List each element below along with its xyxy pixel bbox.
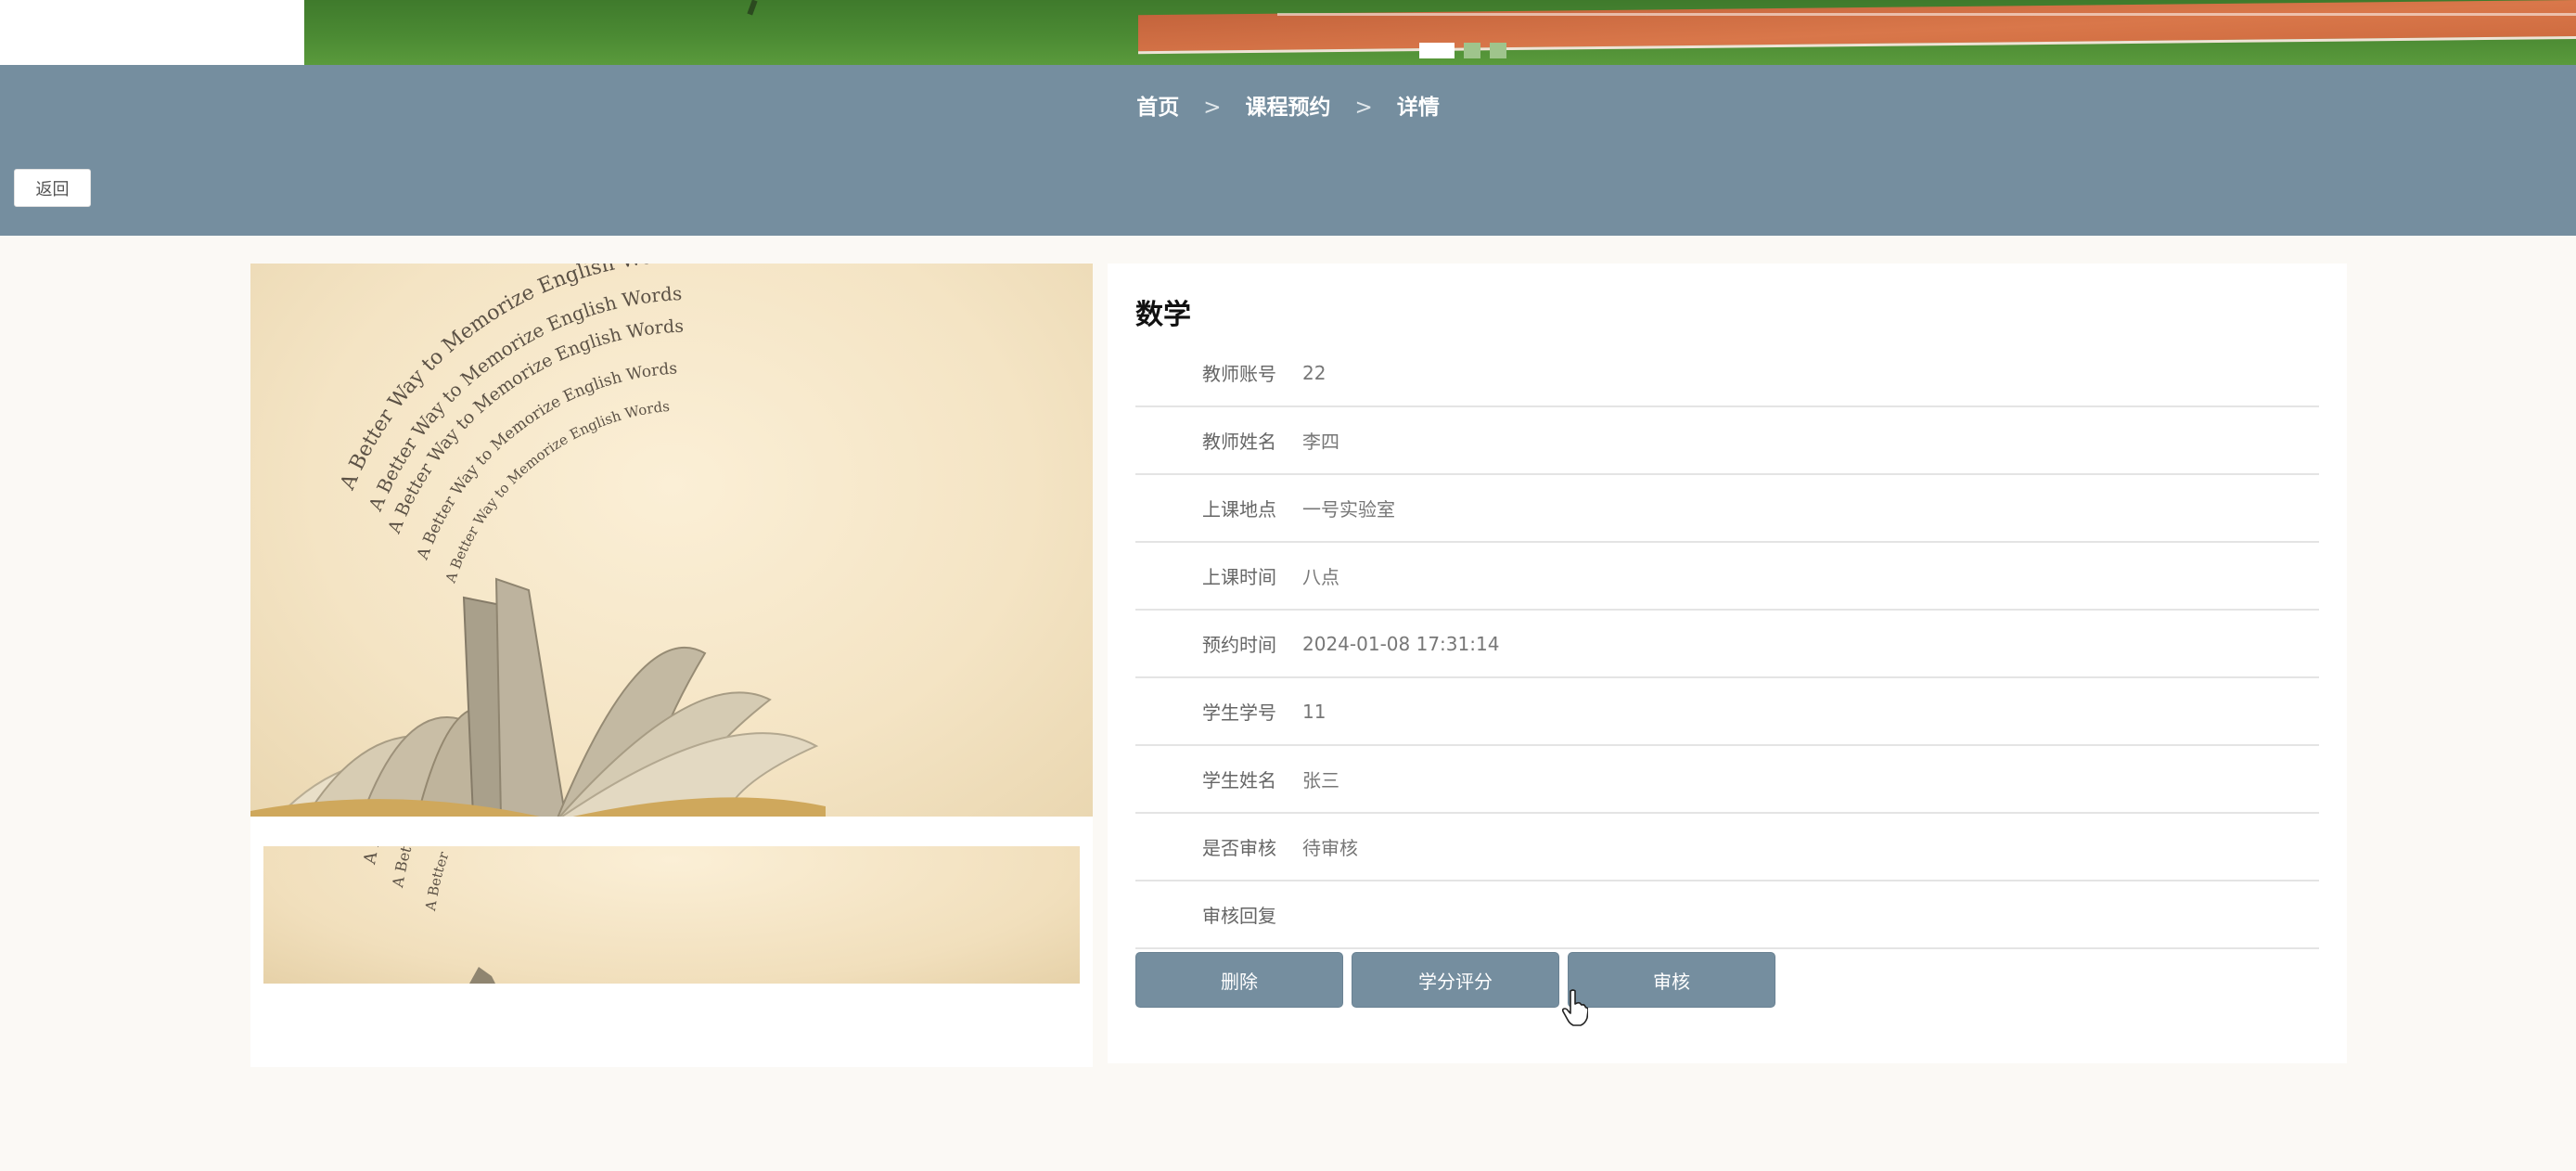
svg-text:A Better Way to Memorize Engli: A Better Way to Memorize English Words (442, 398, 670, 586)
carousel-dot-2[interactable] (1464, 43, 1480, 58)
field-value: 2024-01-08 17:31:14 (1302, 632, 1500, 655)
thumbnail-illustration: A Better Way to Memorize English Words A… (360, 846, 605, 984)
thumbnail-book-tip (469, 967, 495, 984)
field-value: 11 (1302, 700, 1326, 723)
breadcrumb: 首页 > 课程预约 > 详情 (0, 89, 2576, 121)
field-label: 教师账号 (1202, 363, 1276, 385)
breadcrumb-current: 详情 (1396, 96, 1440, 120)
course-thumbnail-image[interactable]: A Better Way to Memorize English Words A… (263, 846, 1080, 984)
breadcrumb-separator: > (1354, 96, 1373, 120)
status-badge: 待审核 (1302, 837, 1358, 859)
svg-text:A Better Way to Memorize Engli: A Better Way to Memorize English Words (389, 846, 585, 890)
course-main-image: A Better Way to Memorize English Words A… (250, 264, 1093, 817)
field-value: 李四 (1302, 431, 1339, 453)
top-banner (0, 0, 2576, 65)
course-title: 数学 (1135, 299, 1191, 331)
breadcrumb-section[interactable]: 课程预约 (1246, 96, 1331, 120)
track-lane-line (1277, 13, 2576, 16)
detail-row-teacher-account: 教师账号 22 (1135, 340, 2319, 407)
detail-row-class-time: 上课时间 八点 (1135, 543, 2319, 611)
carousel-dot-3[interactable] (1490, 43, 1506, 58)
field-value: 张三 (1302, 769, 1339, 791)
grade-button[interactable]: 学分评分 (1352, 952, 1559, 1008)
detail-row-student-name: 学生姓名 张三 (1135, 746, 2319, 814)
field-value: 一号实验室 (1302, 498, 1395, 521)
field-label: 教师姓名 (1202, 431, 1276, 453)
course-image-panel: A Better Way to Memorize English Words A… (250, 264, 1093, 1067)
carousel-dots (1419, 43, 1506, 58)
breadcrumb-separator: > (1203, 96, 1222, 120)
field-label: 学生姓名 (1202, 769, 1276, 791)
detail-row-booking-time: 预约时间 2024-01-08 17:31:14 (1135, 611, 2319, 678)
field-label: 上课时间 (1202, 566, 1276, 588)
thumb-arc-text-3: A Better Way to Memorize English Words (422, 846, 605, 913)
field-label: 审核回复 (1202, 905, 1276, 927)
banner-shadow-graphic (747, 0, 758, 16)
field-label: 上课地点 (1202, 498, 1276, 521)
detail-row-teacher-name: 教师姓名 李四 (1135, 407, 2319, 475)
delete-button[interactable]: 删除 (1135, 952, 1343, 1008)
banner-blank-area (0, 0, 304, 65)
carousel-dot-1[interactable] (1419, 43, 1455, 58)
action-buttons: 删除 学分评分 审核 (1135, 952, 1775, 1008)
field-value: 八点 (1302, 566, 1339, 588)
back-button[interactable]: 返回 (14, 169, 91, 207)
svg-text:A Better Way to Memorize Engli: A Better Way to Memorize English Words (422, 846, 605, 913)
field-label: 预约时间 (1202, 634, 1276, 656)
course-detail-panel: 数学 教师账号 22 教师姓名 李四 上课地点 一号实验室 上课时间 八点 预约… (1108, 264, 2347, 1063)
arc-text-5: A Better Way to Memorize English Words (442, 398, 670, 586)
running-track-graphic (1138, 0, 2576, 55)
detail-row-review-reply: 审核回复 (1135, 881, 2319, 949)
field-label: 学生学号 (1202, 701, 1276, 724)
thumb-arc-text-2: A Better Way to Memorize English Words (389, 846, 585, 890)
detail-row-review-status: 是否审核 待审核 (1135, 814, 2319, 881)
book-cover-illustration: A Better Way to Memorize English Words A… (250, 264, 826, 817)
field-value: 22 (1302, 361, 1326, 384)
detail-field-list: 教师账号 22 教师姓名 李四 上课地点 一号实验室 上课时间 八点 预约时间 … (1135, 340, 2319, 949)
hand-pointer-cursor-icon (1562, 989, 1588, 1026)
review-button[interactable]: 审核 (1568, 952, 1775, 1008)
detail-row-student-id: 学生学号 11 (1135, 678, 2319, 746)
field-label: 是否审核 (1202, 837, 1276, 859)
detail-row-location: 上课地点 一号实验室 (1135, 475, 2319, 543)
breadcrumb-home[interactable]: 首页 (1136, 96, 1179, 120)
open-book-graphic (250, 577, 826, 817)
